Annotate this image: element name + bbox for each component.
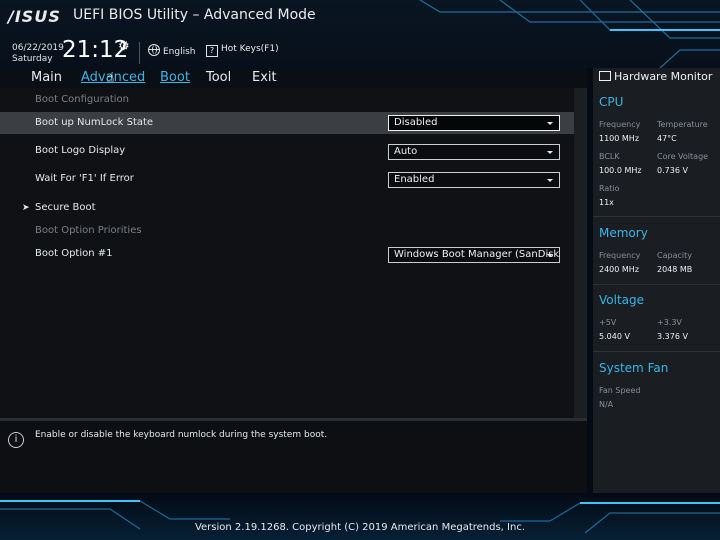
cpu-temperature-value: 47°C (657, 134, 677, 143)
select-value: Windows Boot Manager (SanDisk (394, 249, 560, 260)
divider (593, 351, 720, 352)
date-display: 06/22/2019 Saturday (12, 43, 64, 65)
voltage-5v-value: 5.040 V (599, 332, 630, 341)
memory-frequency-value: 2400 MHz (599, 265, 640, 274)
tab-main[interactable]: Main (31, 70, 62, 85)
divider (593, 216, 720, 217)
system-fan-heading: System Fan (599, 361, 669, 375)
memory-capacity-value: 2048 MB (657, 265, 693, 274)
hotkeys-button[interactable]: ? Hot Keys(F1) (206, 44, 279, 57)
monitor-icon (599, 71, 611, 81)
voltage-3v3-label: +3.3V (657, 318, 682, 327)
hardware-monitor-title: Hardware Monitor (599, 70, 712, 83)
ratio-value: 11x (599, 198, 614, 207)
asus-logo: /ISUS (8, 7, 61, 26)
setting-row-wait-f1[interactable]: Wait For 'F1' If Error Enabled (0, 168, 574, 190)
header-bar: /ISUS UEFI BIOS Utility – Advanced Mode … (0, 0, 720, 68)
select-value: Enabled (394, 174, 435, 185)
voltage-heading: Voltage (599, 293, 645, 307)
hotkeys-label: Hot Keys(F1) (221, 44, 279, 54)
numlock-select[interactable]: Disabled (388, 115, 560, 131)
setting-row-boot-logo[interactable]: Boot Logo Display Auto (0, 140, 574, 162)
setting-label: Boot up NumLock State (35, 117, 154, 128)
info-icon: i (8, 432, 24, 448)
dropdown-arrow-icon (547, 179, 553, 182)
select-value: Disabled (394, 117, 438, 128)
fan-speed-value: N/A (599, 400, 614, 409)
circuit-decoration (419, 0, 720, 68)
chevron-right-icon: ➤ (22, 203, 30, 213)
setting-row-numlock[interactable]: Boot up NumLock State Disabled (0, 112, 574, 134)
language-label: English (163, 47, 196, 57)
wait-f1-select[interactable]: Enabled (388, 172, 560, 188)
fan-speed-label: Fan Speed (599, 386, 641, 395)
select-value: Auto (394, 146, 418, 157)
section-boot-option-priorities: Boot Option Priorities (0, 220, 574, 242)
bclk-value: 100.0 MHz (599, 166, 642, 175)
dropdown-arrow-icon (547, 122, 553, 125)
ratio-label: Ratio (599, 184, 620, 193)
memory-frequency-label: Frequency (599, 251, 641, 260)
submenu-label: Secure Boot (35, 202, 96, 213)
section-label: Boot Configuration (35, 94, 130, 105)
day-text: Saturday (12, 54, 53, 64)
language-button[interactable]: English (148, 44, 196, 57)
submenu-secure-boot[interactable]: ➤ Secure Boot (0, 197, 574, 219)
divider (593, 284, 720, 285)
cpu-heading: CPU (599, 95, 624, 109)
dropdown-arrow-icon (547, 254, 553, 257)
setting-label: Boot Option #1 (35, 248, 113, 259)
tab-exit[interactable]: Exit (252, 70, 277, 85)
voltage-5v-label: +5V (599, 318, 617, 327)
globe-icon (148, 44, 160, 56)
scrollbar[interactable] (574, 88, 587, 418)
setting-label: Boot Logo Display (35, 145, 126, 156)
dropdown-arrow-icon (547, 151, 553, 154)
boot-settings-panel: Boot Configuration Boot up NumLock State… (0, 88, 587, 418)
memory-capacity-label: Capacity (657, 251, 692, 260)
hand-cursor-icon: ☝ (106, 70, 115, 86)
voltage-3v3-value: 3.376 V (657, 332, 688, 341)
boot-option-1-select[interactable]: Windows Boot Manager (SanDisk (388, 247, 560, 263)
help-icon: ? (206, 45, 218, 57)
setting-row-boot-option-1[interactable]: Boot Option #1 Windows Boot Manager (San… (0, 243, 574, 265)
app-title: UEFI BIOS Utility – Advanced Mode (73, 7, 316, 23)
cpu-frequency-value: 1100 MHz (599, 134, 640, 143)
tab-tool[interactable]: Tool (206, 70, 231, 85)
date-text: 06/22/2019 (12, 43, 64, 53)
setting-label: Wait For 'F1' If Error (35, 173, 134, 184)
gear-icon[interactable]: ⚙ (118, 39, 130, 54)
core-voltage-value: 0.736 V (657, 166, 688, 175)
help-text: Enable or disable the keyboard numlock d… (35, 430, 328, 440)
copyright-text: Version 2.19.1268. Copyright (C) 2019 Am… (194, 522, 526, 533)
section-boot-configuration: Boot Configuration (0, 89, 574, 111)
cpu-temperature-label: Temperature (657, 120, 708, 129)
hardware-monitor-panel (593, 68, 720, 493)
cpu-frequency-label: Frequency (599, 120, 641, 129)
memory-heading: Memory (599, 226, 648, 240)
bclk-label: BCLK (599, 152, 620, 161)
tab-boot[interactable]: Boot (160, 70, 190, 85)
core-voltage-label: Core Voltage (657, 152, 709, 161)
hardware-monitor-label: Hardware Monitor (614, 70, 713, 83)
divider (139, 42, 140, 64)
section-label: Boot Option Priorities (35, 225, 142, 236)
boot-logo-select[interactable]: Auto (388, 144, 560, 160)
